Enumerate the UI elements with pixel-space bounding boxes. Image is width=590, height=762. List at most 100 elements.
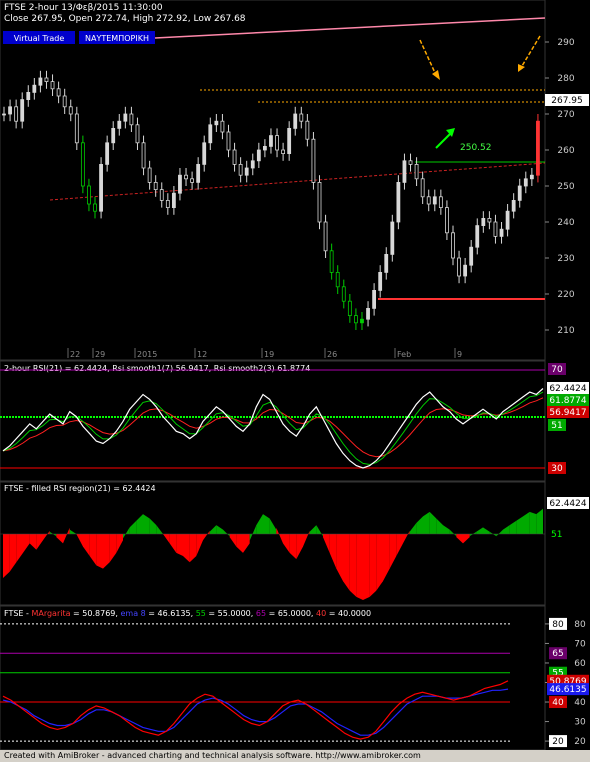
- price-candle: [414, 163, 419, 180]
- price-candle: [208, 124, 213, 144]
- price-candle: [420, 178, 425, 198]
- price-candle: [117, 120, 122, 129]
- price-candle: [269, 135, 273, 147]
- price-candle: [159, 189, 164, 201]
- price-candle: [323, 221, 328, 252]
- rsi-panel: 2-hour RSI(21) = 62.4424, Rsi smooth1(7)…: [0, 360, 589, 482]
- price-candle: [141, 142, 146, 169]
- price-candle: [390, 221, 395, 255]
- price-candle: [335, 271, 340, 288]
- price-candle: [469, 246, 474, 266]
- margarita-badge-label: 20: [552, 737, 564, 747]
- rsi-fill-segment: [529, 511, 537, 534]
- rsi-fill-segment: [349, 534, 357, 597]
- rsi-title: 2-hour RSI(21) = 62.4424, Rsi smooth1(7)…: [4, 364, 310, 373]
- price-candle: [511, 199, 516, 212]
- ema-value-label: 46.6135: [549, 685, 586, 695]
- price-candle: [250, 160, 255, 169]
- time-tick-label: 29: [95, 350, 105, 359]
- price-candle: [123, 113, 128, 122]
- price-candle: [202, 142, 207, 165]
- margarita-tick-label: 60: [574, 659, 586, 669]
- rsi-badge-smooth2-label: 61.8774: [549, 396, 586, 406]
- time-tick-label: 26: [327, 350, 337, 359]
- price-candle: [378, 271, 383, 291]
- price-tick-label: 220: [557, 290, 574, 300]
- margarita-badge-label: 65: [552, 649, 563, 659]
- price-candle: [68, 106, 73, 115]
- price-candle: [529, 174, 534, 180]
- price-axis: 210 220 230 240 250 260 270 280 290: [545, 38, 575, 336]
- price-candle: [517, 185, 522, 201]
- filled-rsi-title: FTSE - filled RSI region(21) = 62.4424: [4, 484, 156, 493]
- price-candle: [275, 135, 279, 151]
- price-candle: [50, 81, 55, 90]
- price-candle: [354, 315, 358, 324]
- price-candle: [14, 106, 19, 122]
- price-tick-label: 230: [557, 254, 574, 264]
- margarita-badge-label: 80: [552, 620, 564, 630]
- price-candle: [402, 160, 407, 183]
- price-candle: [451, 232, 455, 259]
- rsi-badge-value-label: 62.4424: [549, 384, 586, 394]
- price-candle: [44, 77, 49, 82]
- rsi-fill-segment: [369, 534, 377, 597]
- price-candle: [184, 174, 188, 180]
- price-candle: [329, 250, 334, 273]
- price-candle: [384, 253, 389, 273]
- margarita-tick-label: 30: [574, 718, 586, 728]
- price-candle: [56, 88, 61, 97]
- rsi-fill-segment: [363, 534, 370, 600]
- price-tick-label: 240: [557, 218, 574, 228]
- price-candle: [293, 113, 298, 129]
- rsi-fill-segment: [376, 534, 383, 591]
- rsi-fill-segment: [96, 534, 103, 569]
- filled-rsi-baseline-label: 51: [551, 530, 562, 540]
- rsi-badge-70-label: 70: [551, 365, 563, 375]
- price-candle: [178, 174, 182, 194]
- price-candle: [499, 228, 504, 237]
- margarita-panel: FTSE - MArgarita = 50.8769, ema 8 = 46.6…: [0, 605, 589, 750]
- price-candle: [487, 217, 492, 223]
- price-candle: [214, 120, 219, 126]
- rsi-fill-segment: [343, 534, 350, 591]
- rsi-badge-smooth1-label: 56.9417: [549, 408, 586, 418]
- price-candle: [80, 142, 85, 187]
- price-candle: [523, 178, 528, 187]
- price-candle: [8, 106, 12, 115]
- price-tick-label: 280: [557, 74, 574, 84]
- margarita-tick-label: 40: [574, 698, 586, 708]
- filled-rsi-badge-label: 62.4424: [549, 499, 586, 509]
- price-candle: [238, 163, 243, 176]
- price-candle: [135, 124, 140, 144]
- price-tick-label: 290: [557, 38, 574, 48]
- price-candle: [341, 286, 346, 302]
- rsi-fill-segment: [176, 534, 183, 556]
- price-candle: [38, 77, 43, 86]
- price-candle: [347, 300, 352, 317]
- time-tick-label: Feb: [397, 350, 411, 359]
- price-candle: [408, 160, 413, 165]
- price-tick-label: 270: [557, 110, 574, 120]
- price-candle: [62, 95, 67, 108]
- header-line1: FTSE 2-hour 13/Φεβ/2015 11:30:00: [4, 3, 163, 13]
- footer-credit: Created with AmiBroker - advanced charti…: [0, 750, 590, 762]
- price-candle: [536, 120, 540, 176]
- price-candle: [74, 113, 79, 144]
- margarita-title: FTSE - MArgarita = 50.8769, ema 8 = 46.6…: [4, 609, 371, 618]
- price-candle: [457, 257, 461, 277]
- price-tick-label: 260: [557, 146, 574, 156]
- price-candle: [129, 113, 134, 126]
- margarita-tick-label: 20: [574, 737, 586, 747]
- price-candle: [26, 92, 31, 101]
- margarita-tick-label: 80: [574, 620, 586, 630]
- price-candle: [317, 181, 322, 223]
- virtual-trade-label: Virtual Trade: [14, 34, 65, 43]
- price-panel: FTSE 2-hour 13/Φεβ/2015 11:30:00 Close 2…: [0, 0, 589, 361]
- rsi-fill-segment: [356, 534, 363, 600]
- last-price-value: 267.95: [551, 96, 583, 106]
- price-candle: [493, 221, 498, 237]
- time-tick-label: 22: [70, 350, 80, 359]
- breakout-value-label: 250.52: [460, 143, 492, 153]
- price-candle: [481, 217, 486, 226]
